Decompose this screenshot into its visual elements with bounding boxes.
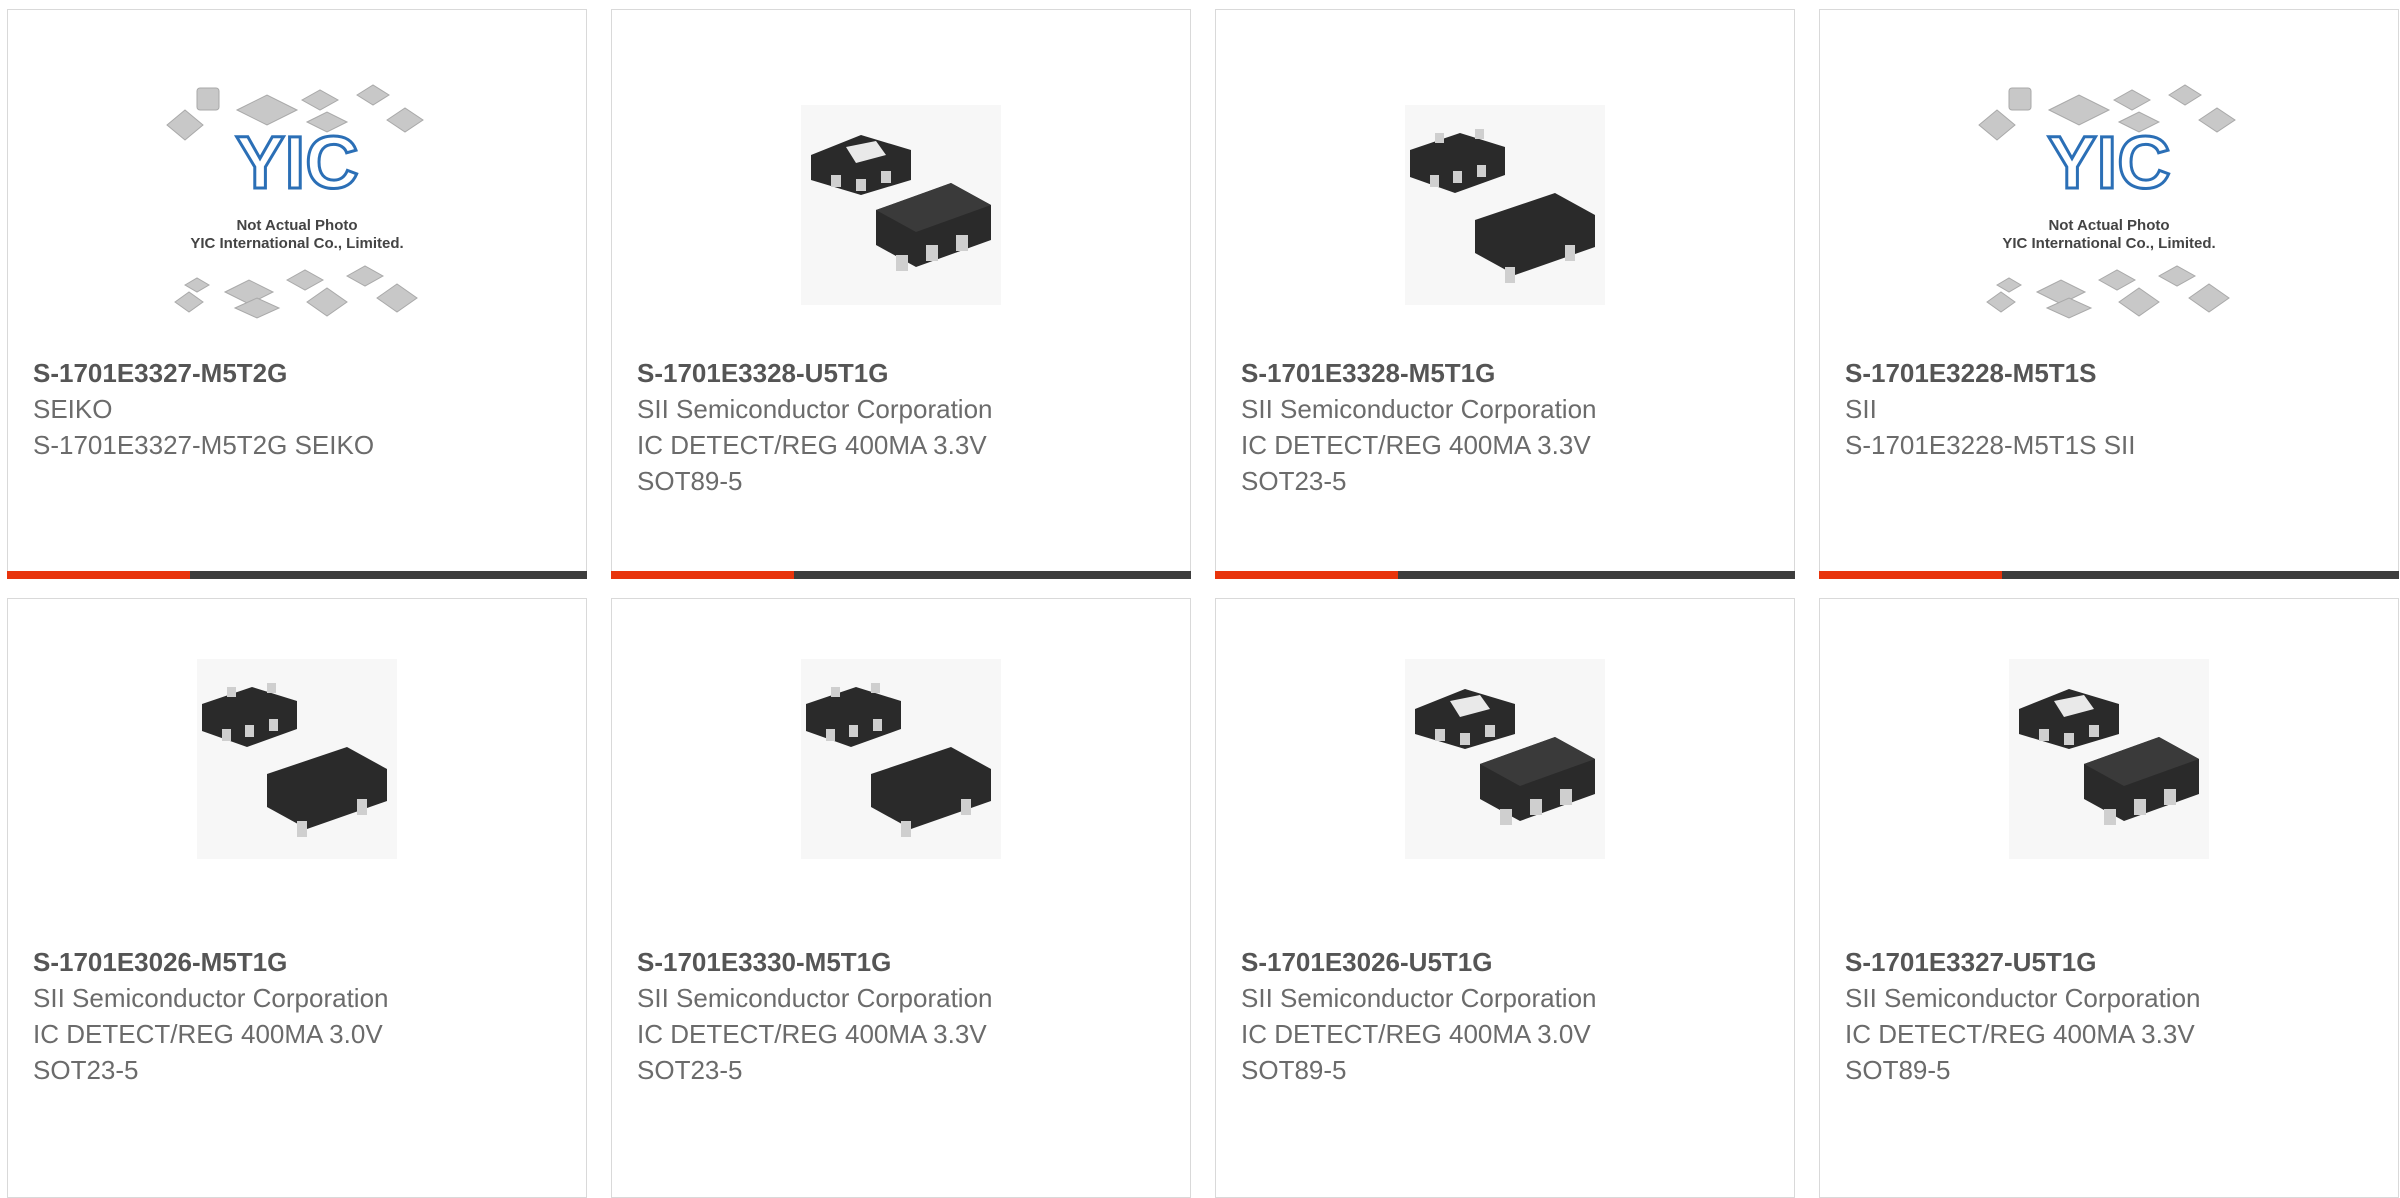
description: IC DETECT/REG 400MA 3.3V	[637, 1019, 987, 1049]
description: IC DETECT/REG 400MA 3.0V	[33, 1019, 383, 1049]
product-image[interactable]	[1216, 70, 1794, 340]
part-number[interactable]: S-1701E3327-U5T1G	[1845, 944, 2388, 980]
product-card[interactable]: S-1701E3327-U5T1G SII Semiconductor Corp…	[1819, 598, 2399, 1198]
package: SOT23-5	[33, 1055, 139, 1085]
description: IC DETECT/REG 400MA 3.0V	[1241, 1019, 1591, 1049]
description: IC DETECT/REG 400MA 3.3V	[637, 430, 987, 460]
product-image[interactable]	[612, 70, 1190, 340]
product-image[interactable]	[1216, 659, 1794, 859]
product-card[interactable]: S-1701E3330-M5T1G SII Semiconductor Corp…	[611, 598, 1191, 1198]
placeholder-logo-icon: YIC Not Actual Photo YIC International C…	[1978, 84, 2236, 319]
product-card[interactable]: S-1701E3328-U5T1G SII Semiconductor Corp…	[611, 9, 1191, 579]
product-card[interactable]: S-1701E3328-M5T1G SII Semiconductor Corp…	[1215, 9, 1795, 579]
svg-text:YIC International Co., Limited: YIC International Co., Limited.	[2002, 235, 2215, 252]
product-image[interactable]	[8, 659, 586, 859]
svg-text:Not Actual Photo: Not Actual Photo	[2048, 217, 2169, 234]
product-grid: YIC Not Actual Photo YIC International C…	[0, 0, 2400, 1198]
package: SOT89-5	[1241, 1055, 1347, 1085]
description: IC DETECT/REG 400MA 3.3V	[1241, 430, 1591, 460]
manufacturer: SII Semiconductor Corporation	[1241, 394, 1597, 424]
product-card[interactable]: YIC Not Actual Photo YIC International C…	[7, 9, 587, 579]
card-accent-bar	[611, 571, 1191, 579]
sot23-chip-icon	[197, 659, 397, 859]
manufacturer: SII Semiconductor Corporation	[637, 983, 993, 1013]
description: S-1701E3327-M5T2G SEIKO	[33, 430, 375, 460]
package: SOT23-5	[637, 1055, 743, 1085]
svg-text:Not Actual Photo: Not Actual Photo	[236, 217, 357, 234]
part-number[interactable]: S-1701E3330-M5T1G	[637, 944, 1180, 980]
package: SOT23-5	[1241, 466, 1347, 496]
manufacturer: SEIKO	[33, 394, 113, 424]
card-accent-bar	[1819, 571, 2399, 579]
svg-text:YIC: YIC	[235, 121, 358, 204]
sot89-chip-icon	[1405, 659, 1605, 859]
manufacturer: SII	[1845, 394, 1877, 424]
product-card[interactable]: S-1701E3026-U5T1G SII Semiconductor Corp…	[1215, 598, 1795, 1198]
manufacturer: SII Semiconductor Corporation	[1241, 983, 1597, 1013]
product-image[interactable]	[612, 659, 1190, 859]
part-number[interactable]: S-1701E3328-M5T1G	[1241, 355, 1784, 391]
svg-text:YIC International Co., Limited: YIC International Co., Limited.	[190, 235, 403, 252]
card-accent-bar	[7, 571, 587, 579]
part-number[interactable]: S-1701E3026-U5T1G	[1241, 944, 1784, 980]
package: SOT89-5	[1845, 1055, 1951, 1085]
description: S-1701E3228-M5T1S SII	[1845, 430, 2136, 460]
sot23-chip-icon	[1405, 105, 1605, 305]
part-number[interactable]: S-1701E3327-M5T2G	[33, 355, 576, 391]
product-card[interactable]: S-1701E3026-M5T1G SII Semiconductor Corp…	[7, 598, 587, 1198]
product-image[interactable]	[1820, 659, 2398, 859]
card-accent-bar	[1215, 571, 1795, 579]
part-number[interactable]: S-1701E3228-M5T1S	[1845, 355, 2388, 391]
part-number[interactable]: S-1701E3026-M5T1G	[33, 944, 576, 980]
manufacturer: SII Semiconductor Corporation	[637, 394, 993, 424]
sot89-chip-icon	[801, 105, 1001, 305]
product-image[interactable]: YIC Not Actual Photo YIC International C…	[1820, 70, 2398, 340]
placeholder-logo-icon: YIC Not Actual Photo YIC International C…	[166, 84, 424, 319]
package: SOT89-5	[637, 466, 743, 496]
sot23-chip-icon	[801, 659, 1001, 859]
manufacturer: SII Semiconductor Corporation	[33, 983, 389, 1013]
product-image[interactable]: YIC Not Actual Photo YIC International C…	[8, 70, 586, 340]
svg-text:YIC: YIC	[2047, 121, 2170, 204]
manufacturer: SII Semiconductor Corporation	[1845, 983, 2201, 1013]
sot89-chip-icon	[2009, 659, 2209, 859]
part-number[interactable]: S-1701E3328-U5T1G	[637, 355, 1180, 391]
description: IC DETECT/REG 400MA 3.3V	[1845, 1019, 2195, 1049]
product-card[interactable]: YIC Not Actual Photo YIC International C…	[1819, 9, 2399, 579]
